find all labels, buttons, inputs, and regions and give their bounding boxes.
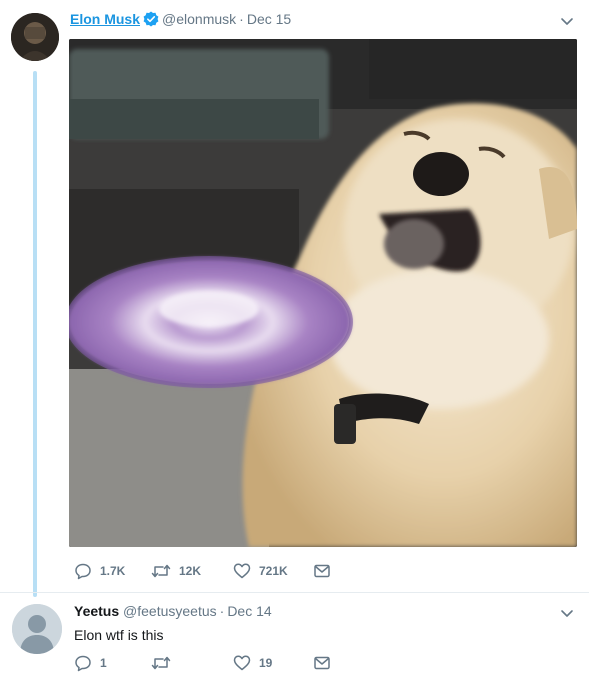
tweet-yeetus[interactable]: Yeetus @feetusyeetus · Dec 14 Elon wtf is … bbox=[0, 592, 589, 681]
reply-count: 1 bbox=[100, 656, 107, 670]
direct-message-button[interactable] bbox=[313, 654, 331, 672]
dog-frisbee-photo bbox=[69, 39, 577, 547]
like-icon bbox=[233, 655, 251, 671]
reply-icon bbox=[75, 563, 91, 580]
retweet-count: 12K bbox=[179, 564, 202, 578]
tweet-header: Yeetus @feetusyeetus · Dec 14 bbox=[74, 603, 272, 619]
reply-button[interactable]: 1.7K bbox=[74, 562, 125, 580]
tweet-date[interactable]: Dec 14 bbox=[227, 603, 271, 619]
avatar-image bbox=[11, 13, 59, 61]
like-count: 721K bbox=[259, 564, 288, 578]
like-icon bbox=[233, 563, 251, 579]
direct-message-button[interactable] bbox=[313, 562, 331, 580]
direct-message-icon bbox=[314, 564, 330, 578]
author-handle[interactable]: @elonmusk bbox=[162, 11, 236, 27]
author-handle[interactable]: @feetusyeetus bbox=[123, 603, 217, 619]
author-name[interactable]: Yeetus bbox=[74, 603, 119, 619]
reply-button[interactable]: 1 bbox=[74, 654, 107, 672]
author-name[interactable]: Elon Musk bbox=[70, 11, 140, 27]
reply-icon bbox=[75, 655, 91, 672]
avatar[interactable] bbox=[11, 13, 59, 61]
verified-badge-icon bbox=[143, 11, 159, 30]
tweet-elon[interactable]: Elon Musk @elonmusk · Dec 15 1.7K 12K 72… bbox=[0, 0, 589, 597]
retweet-button[interactable] bbox=[151, 654, 171, 672]
chevron-down-icon[interactable] bbox=[559, 605, 575, 621]
separator-dot: · bbox=[219, 603, 225, 619]
retweet-button[interactable]: 12K bbox=[151, 562, 201, 580]
tweet-text: Elon wtf is this bbox=[74, 627, 164, 643]
default-avatar-icon bbox=[12, 604, 62, 654]
like-button[interactable]: 19 bbox=[233, 654, 272, 672]
like-count: 19 bbox=[259, 656, 273, 670]
thread-line bbox=[33, 71, 37, 597]
like-button[interactable]: 721K bbox=[233, 562, 288, 580]
reply-count: 1.7K bbox=[100, 564, 126, 578]
retweet-icon bbox=[151, 656, 171, 670]
chevron-down-icon[interactable] bbox=[559, 13, 575, 29]
direct-message-icon bbox=[314, 656, 330, 670]
avatar[interactable] bbox=[12, 604, 62, 654]
tweet-date[interactable]: Dec 15 bbox=[247, 11, 291, 27]
retweet-icon bbox=[151, 564, 171, 578]
tweet-header: Elon Musk @elonmusk · Dec 15 bbox=[70, 11, 291, 30]
separator-dot: · bbox=[239, 11, 244, 27]
tweet-media-image[interactable] bbox=[69, 39, 577, 547]
